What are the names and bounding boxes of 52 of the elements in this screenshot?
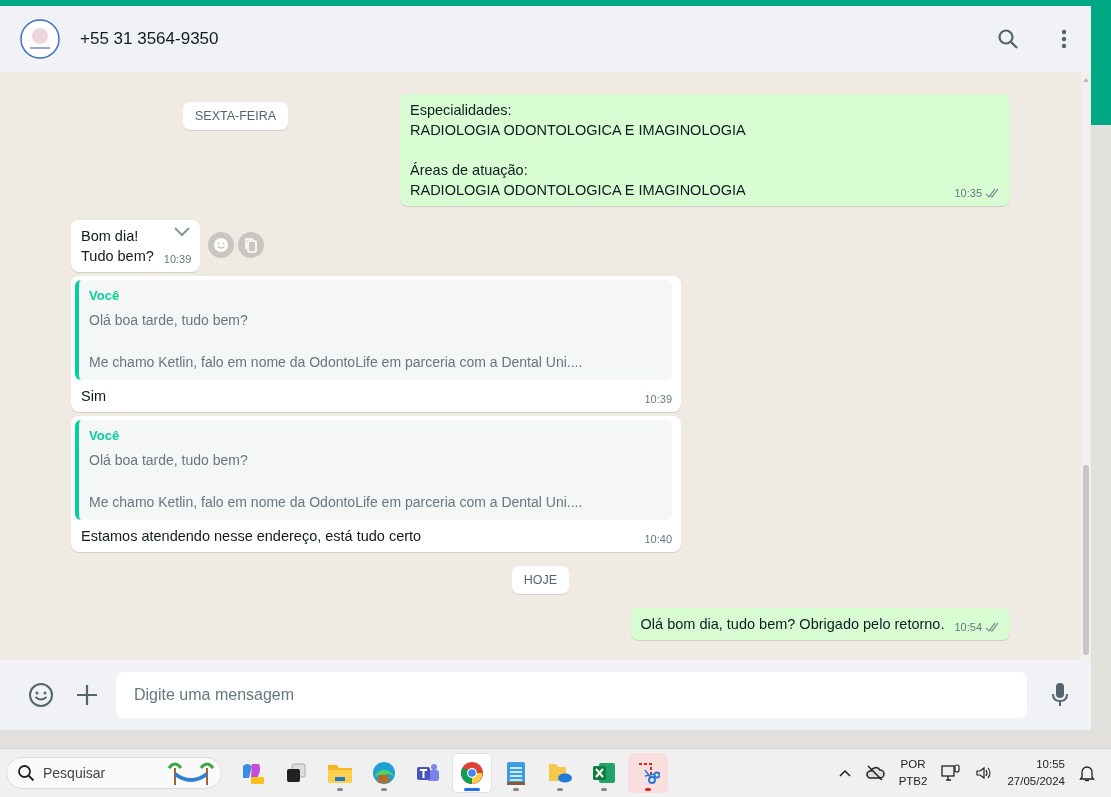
message-text: Áreas de atuação: RADIOLOGIA ODONTOLOGICA E IMAGINOLOGIA bbox=[410, 161, 747, 200]
message-text: Sim bbox=[81, 387, 107, 406]
copy-icon bbox=[243, 237, 260, 253]
message-time: 10:54 bbox=[954, 620, 982, 635]
search-field[interactable]: Pesquisar bbox=[6, 757, 222, 789]
chevron-up-icon[interactable] bbox=[838, 769, 851, 777]
scissors-icon bbox=[636, 761, 660, 785]
message-time: 10:35 bbox=[954, 186, 982, 201]
smiley-icon bbox=[28, 682, 54, 708]
message-text: Estamos atendendo nesse endereço, está tudo certo bbox=[81, 527, 423, 546]
chevron-down-icon[interactable] bbox=[173, 226, 192, 238]
message-input[interactable]: Digite uma mensagem bbox=[116, 672, 1027, 718]
menu-icon bbox=[1061, 29, 1067, 49]
quote-author: Você bbox=[89, 427, 121, 445]
contact-name[interactable]: +55 31 3564-9350 bbox=[80, 29, 219, 49]
quote-text: Olá boa tarde, tudo bem? bbox=[89, 311, 249, 330]
notepad-icon bbox=[505, 760, 527, 786]
message-time: 10:39 bbox=[163, 252, 192, 267]
contact-avatar[interactable] bbox=[20, 19, 60, 59]
browser-wave-icon bbox=[371, 760, 397, 786]
date-label: HOJE bbox=[511, 566, 570, 594]
chrome-icon bbox=[459, 760, 485, 786]
message-text: Olá bom dia, tudo bem? Obrigado pelo retorno. bbox=[640, 615, 945, 634]
microphone-icon bbox=[1051, 682, 1069, 708]
smiley-icon bbox=[213, 237, 230, 253]
message-text: Especialidades: RADIOLOGIA ODONTOLOGICA E IMAGINOLOGIA bbox=[410, 101, 747, 140]
quoted-message[interactable]: Você Olá boa tarde, tudo bem? Me chamo Ketlin, falo em nome da OdontoLife em parceria com a Dental Uni.... bbox=[75, 420, 672, 520]
clock-time[interactable]: 10:55 bbox=[1036, 756, 1065, 773]
message-text: Bom dia! Tudo bem? bbox=[81, 227, 154, 266]
excel-icon bbox=[591, 761, 617, 785]
search-icon bbox=[17, 764, 35, 782]
clock-date[interactable]: 27/05/2024 bbox=[1007, 773, 1065, 790]
cloud-off-icon[interactable] bbox=[864, 765, 885, 781]
hammock-drawing bbox=[168, 760, 214, 786]
message-time: 10:40 bbox=[644, 532, 672, 547]
message-time: 10:39 bbox=[644, 392, 672, 407]
plus-icon bbox=[76, 684, 98, 706]
quote-author: Você bbox=[89, 287, 121, 305]
speaker-icon[interactable] bbox=[975, 765, 994, 781]
language-label[interactable]: POR bbox=[900, 756, 926, 773]
quote-text: Olá boa tarde, tudo bem? bbox=[89, 451, 249, 470]
scrollbar[interactable] bbox=[1081, 72, 1091, 660]
quote-text: Me chamo Ketlin, falo em nome da OdontoLife em parceria com a Dental Uni.... bbox=[89, 493, 584, 512]
keyboard-layout-label[interactable]: PTB2 bbox=[898, 773, 928, 790]
sticky-date-label: SEXTA-FEIRA bbox=[183, 102, 288, 130]
search-icon bbox=[997, 28, 1019, 50]
bell-icon[interactable] bbox=[1079, 764, 1095, 782]
quote-text: Me chamo Ketlin, falo em nome da OdontoLife em parceria com a Dental Uni.... bbox=[89, 353, 584, 372]
folder-cloud-icon bbox=[547, 761, 573, 785]
network-icon[interactable] bbox=[941, 764, 962, 782]
windows-stack-icon bbox=[284, 761, 308, 785]
quoted-message[interactable]: Você Olá boa tarde, tudo bem? Me chamo Ketlin, falo em nome da OdontoLife em parceria com a Dental Uni.... bbox=[75, 280, 672, 380]
